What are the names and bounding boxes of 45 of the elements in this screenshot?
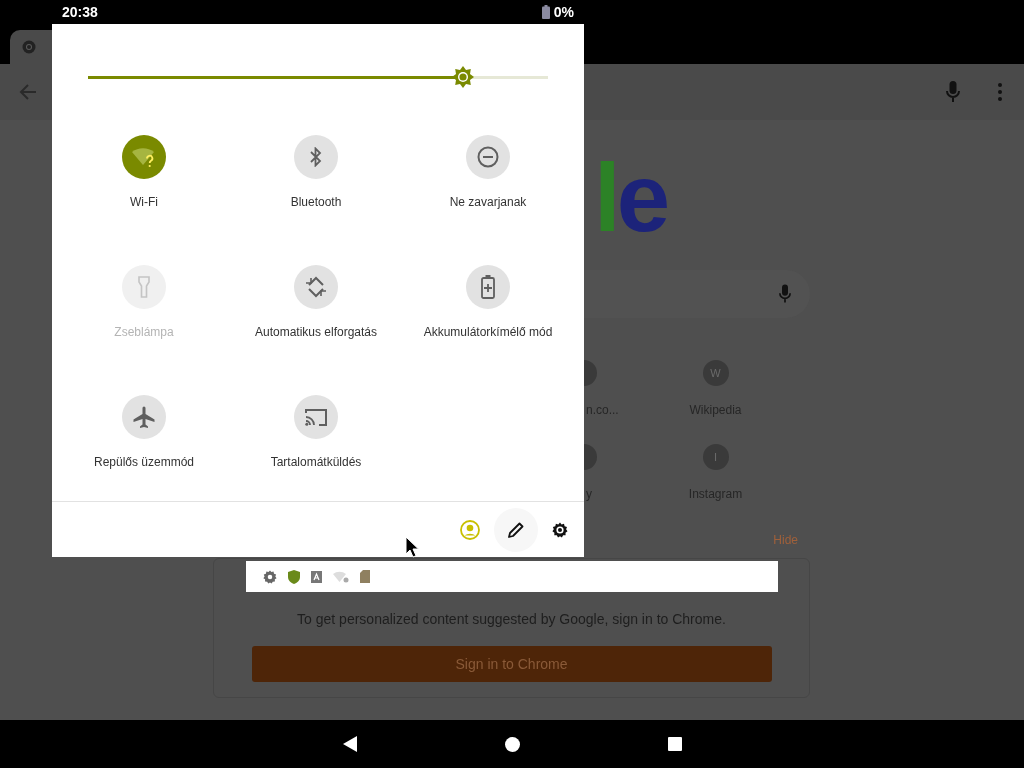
airplane-toggle[interactable] bbox=[122, 395, 166, 439]
bluetooth-toggle[interactable] bbox=[294, 135, 338, 179]
bluetooth-icon bbox=[310, 147, 322, 167]
flashlight-icon bbox=[138, 276, 150, 298]
tile-label: Automatikus elforgatás bbox=[254, 325, 378, 339]
back-icon[interactable] bbox=[342, 736, 357, 752]
brightness-slider[interactable] bbox=[88, 66, 548, 88]
airplane-icon bbox=[133, 406, 155, 428]
settings-icon[interactable] bbox=[552, 521, 568, 538]
brightness-icon[interactable] bbox=[451, 66, 474, 88]
recents-icon[interactable] bbox=[667, 737, 682, 751]
gear-icon bbox=[263, 569, 277, 584]
tile-label: Bluetooth bbox=[290, 195, 342, 209]
more-menu-icon[interactable] bbox=[998, 83, 1002, 101]
battery-percent: 0% bbox=[553, 4, 574, 20]
sd-card-icon bbox=[360, 570, 370, 583]
wifi-icon bbox=[333, 570, 349, 583]
wifi-toggle[interactable] bbox=[122, 135, 166, 179]
home-icon[interactable] bbox=[504, 736, 520, 752]
cast-toggle[interactable] bbox=[294, 395, 338, 439]
tile-label: Akkumulátorkímélő mód bbox=[423, 325, 553, 339]
tile-label: Zseblámpa bbox=[114, 325, 174, 339]
shield-icon bbox=[288, 569, 300, 584]
battery-icon bbox=[541, 5, 550, 19]
battery-toggle[interactable] bbox=[466, 265, 510, 309]
hide-link[interactable]: Hide bbox=[773, 533, 798, 547]
rotate-icon bbox=[305, 276, 327, 298]
browser-logo-icon bbox=[22, 40, 36, 54]
rotate-toggle[interactable] bbox=[294, 265, 338, 309]
tile-label: Ne zavarjanak bbox=[449, 195, 527, 209]
dnd-toggle[interactable] bbox=[466, 135, 510, 179]
microphone-icon[interactable] bbox=[779, 284, 791, 304]
tile-label: Wi-Fi bbox=[130, 195, 158, 209]
wifi-icon bbox=[132, 146, 156, 168]
keyboard-letter-icon bbox=[311, 570, 322, 583]
tile-label: Repülős üzemmód bbox=[93, 455, 195, 469]
cast-icon bbox=[305, 408, 327, 426]
microphone-icon[interactable] bbox=[946, 81, 960, 103]
clock: 20:38 bbox=[62, 4, 98, 20]
minus-circle-icon bbox=[477, 146, 499, 168]
pencil-icon bbox=[508, 521, 524, 538]
tile-label: Tartalomátküldés bbox=[270, 455, 362, 469]
battery-plus-icon bbox=[481, 275, 495, 299]
signin-button[interactable]: Sign in to Chrome bbox=[251, 646, 772, 682]
edit-button[interactable] bbox=[494, 507, 538, 552]
